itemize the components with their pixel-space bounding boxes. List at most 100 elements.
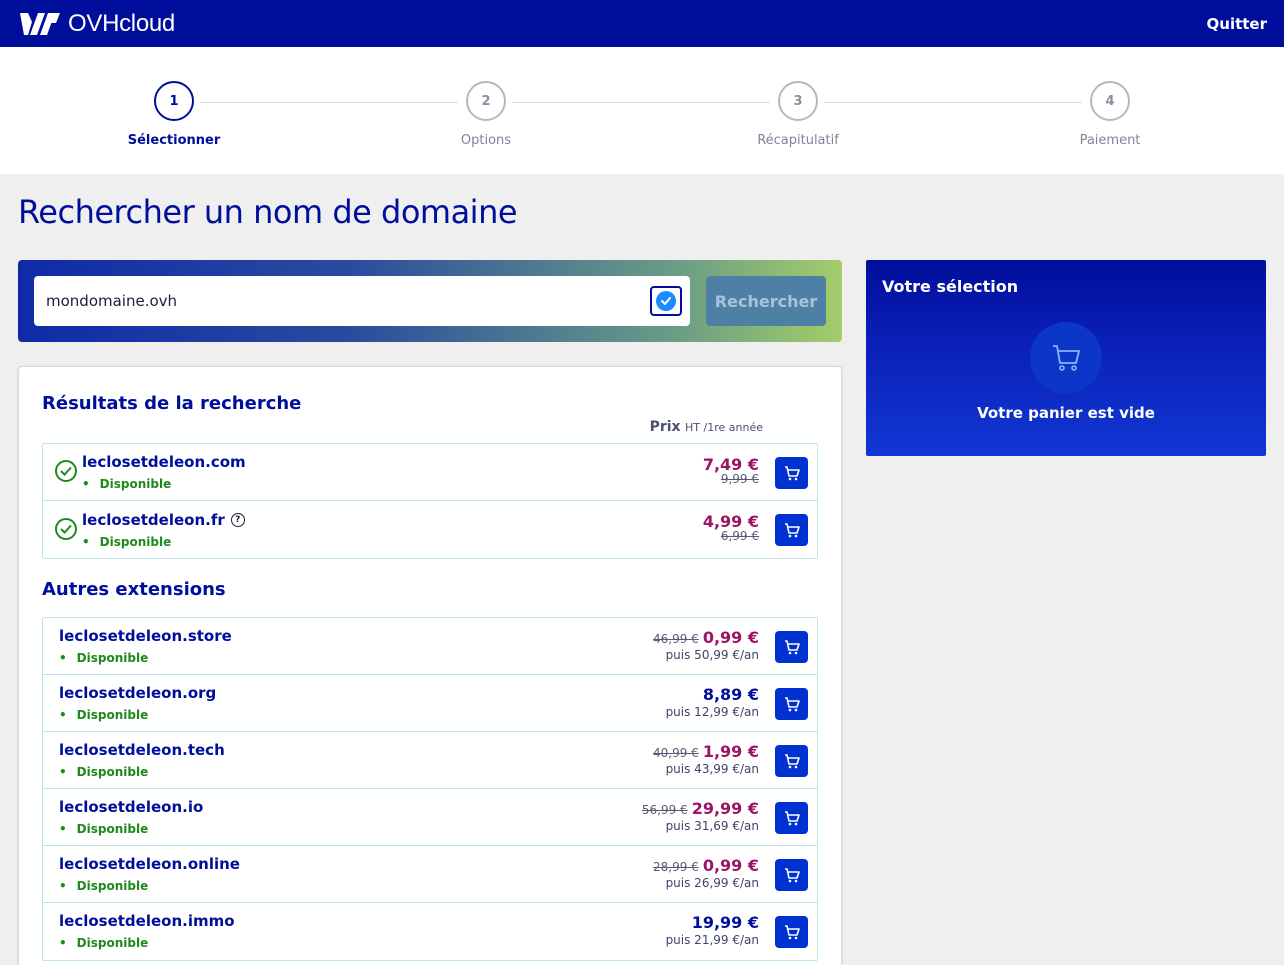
domain-name: leclosetdeleon.com [82,453,246,471]
price-block: 28,99 €0,99 € puis 26,99 €/an [653,856,759,890]
cart-icon [784,867,800,882]
availability-status: Disponible [59,708,149,722]
availability-status: Disponible [82,477,172,491]
price: 19,99 € [691,913,759,932]
results-heading: Résultats de la recherche [42,393,302,414]
availability-status: Disponible [59,651,149,665]
price-block: 46,99 €0,99 € puis 50,99 €/an [653,628,759,662]
step-number: 4 [1090,81,1130,121]
availability-status: Disponible [59,765,149,779]
add-to-cart-button[interactable] [775,859,808,891]
domain-name: leclosetdeleon.tech [59,741,225,759]
price-column-header: Prix HT /1re année [650,419,763,435]
top-bar: OVHcloud Quitter [0,0,1284,47]
empty-cart-text: Votre panier est vide [977,404,1155,422]
price-note: HT /1re année [685,421,763,434]
availability-status: Disponible [82,535,172,549]
ovhcloud-logo-icon [20,12,60,35]
cart-icon [784,810,800,825]
price: 8,89 € [702,685,759,704]
list-item: leclosetdeleon.immo Disponible 19,99 € p… [43,903,817,960]
domain-name-wrap: leclosetdeleon.fr? [82,511,245,529]
check-circle-icon [55,518,77,540]
domain-search-input[interactable]: mondomaine.ovh [34,276,690,326]
step-payment: 4 Paiement [1030,81,1190,148]
price-block: 8,89 € puis 12,99 €/an [666,685,759,719]
step-summary: 3 Récapitulatif [718,81,878,148]
page-title: Rechercher un nom de domaine [18,193,518,231]
add-to-cart-button[interactable] [775,631,808,663]
step-label: Paiement [1079,133,1141,148]
list-item: leclosetdeleon.org Disponible 8,89 € pui… [43,675,817,732]
old-price: 28,99 € [653,860,699,874]
price-block: 56,99 €29,99 € puis 31,69 €/an [642,799,759,833]
step-label: Options [460,133,512,148]
renewal-price: puis 31,69 €/an [665,819,759,833]
price: 29,99 € [691,799,759,818]
domain-name: leclosetdeleon.io [59,798,204,816]
search-input-value: mondomaine.ovh [46,292,178,310]
cart-icon [784,696,800,711]
domain-name: leclosetdeleon.online [59,855,240,873]
price-heading: Prix [649,419,681,435]
list-item: leclosetdeleon.online Disponible 28,99 €… [43,846,817,903]
add-to-cart-button[interactable] [775,457,808,489]
main-results-list: leclosetdeleon.com Disponible 7,49 € 9,9… [42,443,818,559]
availability-status: Disponible [59,822,149,836]
list-item: leclosetdeleon.tech Disponible 40,99 €1,… [43,732,817,789]
availability-status: Disponible [59,936,149,950]
step-label: Récapitulatif [757,133,839,148]
domain-name: leclosetdeleon.immo [59,912,235,930]
renewal-price: puis 43,99 €/an [665,762,759,776]
quit-button[interactable]: Quitter [1207,15,1267,33]
price-block: 7,49 € 9,99 € [703,455,759,486]
old-price: 6,99 € [720,529,759,543]
selection-title: Votre sélection [882,277,1019,296]
step-number: 1 [154,81,194,121]
domain-name: leclosetdeleon.fr [82,511,225,529]
list-item: leclosetdeleon.io Disponible 56,99 €29,9… [43,789,817,846]
renewal-price: puis 21,99 €/an [665,933,759,947]
renewal-price: puis 50,99 €/an [665,648,759,662]
help-icon[interactable]: ? [230,513,245,527]
price-block: 4,99 € 6,99 € [703,512,759,543]
availability-status: Disponible [59,879,149,893]
old-price: 46,99 € [653,632,699,646]
ovhcloud-logo[interactable]: OVHcloud [18,10,175,38]
search-button[interactable]: Rechercher [706,276,826,326]
old-price: 40,99 € [653,746,699,760]
check-icon [656,291,676,311]
add-to-cart-button[interactable] [775,514,808,546]
cart-icon [784,639,800,654]
domain-search-bar: mondomaine.ovh Rechercher [18,260,842,342]
domain-name: leclosetdeleon.store [59,627,232,645]
cart-icon [784,465,800,480]
step-number: 2 [466,81,506,121]
cart-selection-panel: Votre sélection Votre panier est vide [866,260,1266,456]
step-label: Sélectionner [127,133,221,148]
other-extensions-heading: Autres extensions [42,579,226,600]
price: 1,99 € [702,742,759,761]
step-number: 3 [778,81,818,121]
list-item: leclosetdeleon.fr? Disponible 4,99 € 6,9… [43,501,817,558]
other-extensions-list: leclosetdeleon.store Disponible 46,99 €0… [42,617,818,961]
step-options: 2 Options [406,81,566,148]
checkout-stepper: 1 Sélectionner 2 Options 3 Récapitulatif… [0,47,1284,174]
add-to-cart-button[interactable] [775,688,808,720]
add-to-cart-button[interactable] [775,802,808,834]
price-block: 40,99 €1,99 € puis 43,99 €/an [653,742,759,776]
old-price: 9,99 € [720,472,759,486]
empty-cart-icon [1030,322,1102,394]
cart-icon [784,924,800,939]
add-to-cart-button[interactable] [775,916,808,948]
add-to-cart-button[interactable] [775,745,808,777]
domain-name: leclosetdeleon.org [59,684,217,702]
price-block: 19,99 € puis 21,99 €/an [666,913,759,947]
list-item: leclosetdeleon.com Disponible 7,49 € 9,9… [43,444,817,501]
price: 0,99 € [702,628,759,647]
old-price: 56,99 € [641,803,688,817]
check-circle-icon [55,460,77,482]
price: 0,99 € [702,856,759,875]
step-select[interactable]: 1 Sélectionner [94,81,254,148]
search-valid-checkbox[interactable] [650,286,682,316]
